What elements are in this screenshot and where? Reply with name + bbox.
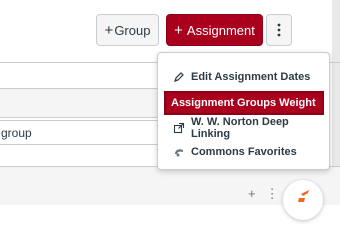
group-actions: + ⋮ [248, 186, 279, 202]
menu-item-assignment-groups-weight[interactable]: Assignment Groups Weight [164, 91, 324, 115]
more-options-button[interactable] [266, 14, 292, 46]
plus-icon: + [104, 21, 114, 39]
commons-icon [172, 145, 186, 159]
more-options-menu: Edit Assignment Dates Assignment Groups … [157, 52, 330, 170]
assignment-group-row: group [0, 120, 160, 145]
menu-item-label: Commons Favorites [191, 146, 297, 158]
menu-item-edit-assignment-dates[interactable]: Edit Assignment Dates [164, 65, 324, 89]
group-row-text: group [1, 126, 32, 140]
menu-item-label: Assignment Groups Weight [171, 97, 316, 109]
plus-icon: + [174, 21, 183, 39]
menu-item-label: W. W. Norton Deep Linking [191, 116, 289, 140]
add-group-button[interactable]: + Group [96, 14, 159, 46]
pencil-icon [172, 70, 186, 84]
brand-badge[interactable] [283, 180, 323, 220]
add-group-label: Group [114, 22, 151, 38]
group-menu-icon[interactable]: ⋮ [266, 186, 279, 202]
external-link-icon [172, 121, 186, 135]
add-to-group-icon[interactable]: + [248, 186, 256, 202]
menu-item-label: Edit Assignment Dates [191, 71, 311, 83]
kebab-menu-icon [277, 23, 281, 37]
menu-item-ww-norton-deep-linking[interactable]: W. W. Norton Deep Linking [164, 116, 324, 140]
brand-logo-icon [298, 190, 309, 202]
add-assignment-label: Assignment [186, 22, 255, 38]
add-assignment-button[interactable]: + Assignment [166, 14, 263, 46]
menu-item-commons-favorites[interactable]: Commons Favorites [164, 140, 324, 164]
assignment-group-header [0, 88, 160, 118]
